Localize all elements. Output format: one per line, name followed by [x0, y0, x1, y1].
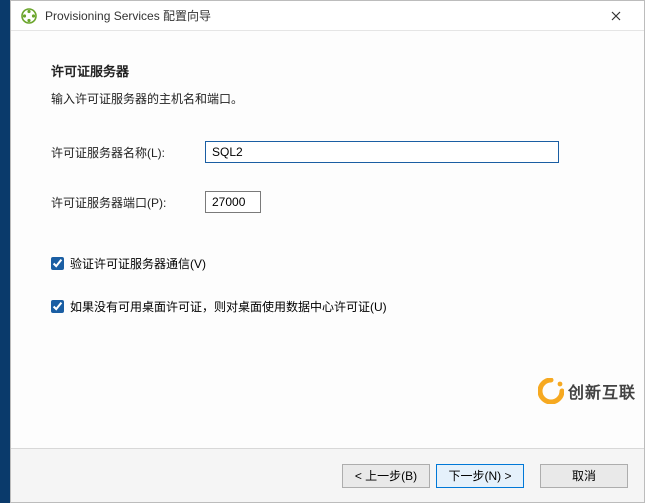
- footer: < 上一步(B) 下一步(N) > 取消: [11, 448, 644, 502]
- page-subheading: 输入许可证服务器的主机名和端口。: [51, 90, 604, 107]
- close-icon: [611, 8, 621, 24]
- app-icon: [21, 8, 37, 24]
- input-server-name[interactable]: [205, 141, 559, 163]
- cancel-button[interactable]: 取消: [540, 464, 628, 488]
- watermark-logo-icon: [538, 378, 564, 404]
- input-server-port[interactable]: [205, 191, 261, 213]
- label-server-port: 许可证服务器端口(P):: [51, 194, 205, 211]
- page-heading: 许可证服务器: [51, 61, 604, 80]
- next-button[interactable]: 下一步(N) >: [436, 464, 524, 488]
- close-button[interactable]: [596, 2, 636, 30]
- row-check-validate: 验证许可证服务器通信(V): [51, 255, 604, 272]
- row-server-port: 许可证服务器端口(P):: [51, 191, 604, 213]
- back-button[interactable]: < 上一步(B): [342, 464, 430, 488]
- window-title: Provisioning Services 配置向导: [45, 7, 596, 24]
- content-area: 许可证服务器 输入许可证服务器的主机名和端口。 许可证服务器名称(L): 许可证…: [11, 31, 644, 448]
- row-server-name: 许可证服务器名称(L):: [51, 141, 604, 163]
- watermark: 创新互联: [538, 378, 636, 404]
- titlebar: Provisioning Services 配置向导: [11, 1, 644, 31]
- label-validate[interactable]: 验证许可证服务器通信(V): [70, 255, 206, 272]
- row-check-fallback: 如果没有可用桌面许可证，则对桌面使用数据中心许可证(U): [51, 298, 604, 315]
- label-fallback[interactable]: 如果没有可用桌面许可证，则对桌面使用数据中心许可证(U): [70, 298, 387, 315]
- wizard-window: Provisioning Services 配置向导 许可证服务器 输入许可证服…: [10, 0, 645, 503]
- checkbox-validate[interactable]: [51, 257, 64, 270]
- watermark-text: 创新互联: [568, 379, 636, 403]
- checkbox-fallback[interactable]: [51, 300, 64, 313]
- label-server-name: 许可证服务器名称(L):: [51, 144, 205, 161]
